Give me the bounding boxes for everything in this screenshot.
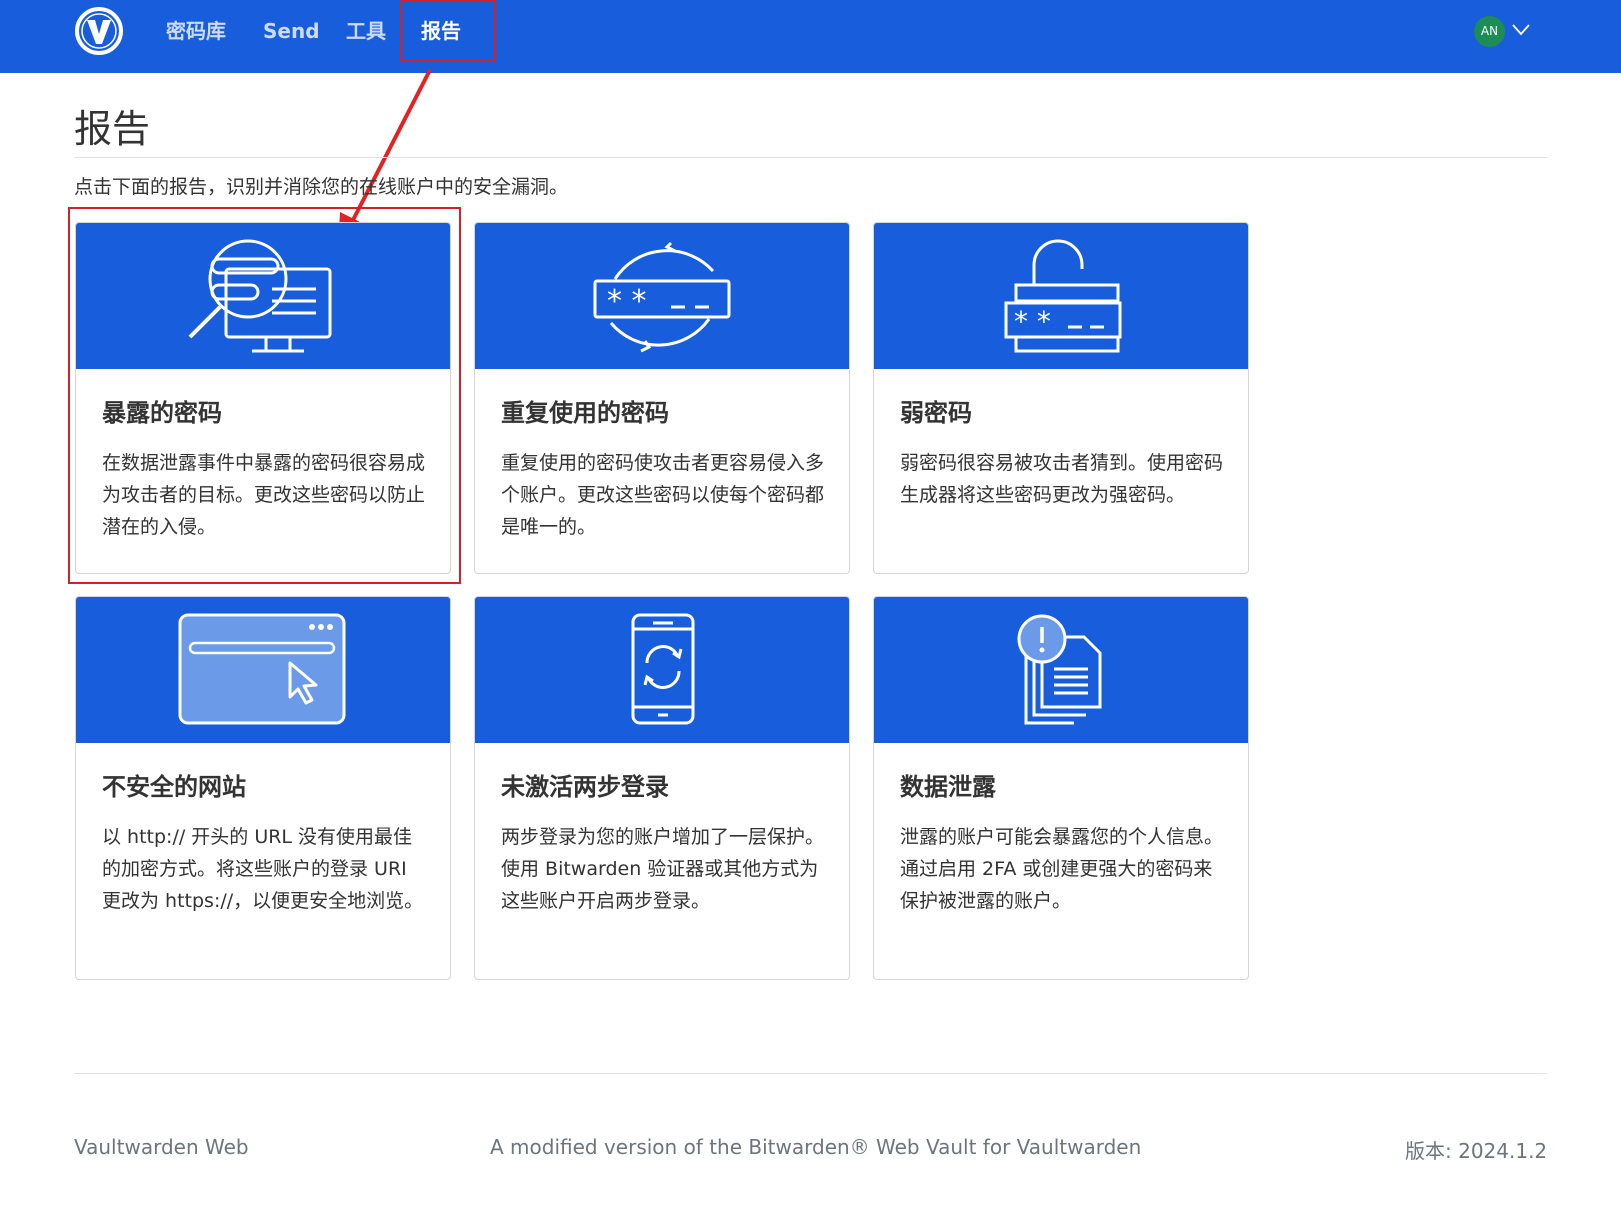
- page-subtitle: 点击下面的报告，识别并消除您的在线账户中的安全漏洞。: [74, 176, 569, 198]
- report-card-weak-passwords[interactable]: * * 弱密码 弱密码很容易被攻击者猜到。使用密码生成器将这些密码更改为强密码。: [873, 222, 1249, 574]
- card-banner: * *: [475, 223, 849, 369]
- two-step-login-phone-icon: [631, 613, 695, 725]
- nav-tools[interactable]: 工具: [346, 16, 386, 46]
- nav-vault[interactable]: 密码库: [166, 16, 226, 46]
- card-title: 弱密码: [900, 399, 972, 427]
- card-description: 以 http:// 开头的 URL 没有使用最佳的加密方式。将这些账户的登录 U…: [102, 826, 424, 912]
- card-description: 重复使用的密码使攻击者更容易侵入多个账户。更改这些密码以使每个密码都是唯一的。: [501, 452, 825, 538]
- insecure-website-browser-icon: [178, 613, 346, 725]
- footer-description: A modified version of the Bitwarden® Web…: [490, 1135, 1142, 1159]
- card-title: 不安全的网站: [102, 773, 246, 801]
- data-breach-documents-icon: [1017, 614, 1102, 725]
- vaultwarden-logo-icon[interactable]: [74, 6, 124, 56]
- weak-password-lock-icon: * *: [1004, 239, 1122, 353]
- report-card-reused-passwords[interactable]: * * 重复使用的密码 重复使用的密码使攻击者更容易侵入多个账户。更改这些密码以…: [474, 222, 850, 574]
- nav-send[interactable]: Send: [263, 16, 320, 46]
- card-title: 数据泄露: [900, 773, 996, 801]
- card-title: 未激活两步登录: [501, 773, 669, 801]
- card-banner: [874, 597, 1248, 743]
- svg-text:* *: * *: [607, 284, 647, 319]
- top-navbar: 密码库 Send 工具 报告 AN: [0, 0, 1621, 73]
- card-description: 泄露的账户可能会暴露您的个人信息。通过启用 2FA 或创建更强大的密码来保护被泄…: [900, 826, 1224, 912]
- card-banner: * *: [874, 223, 1248, 369]
- card-highlight-box: [68, 207, 461, 584]
- report-card-two-step-login[interactable]: 未激活两步登录 两步登录为您的账户增加了一层保护。使用 Bitwarden 验证…: [474, 596, 850, 980]
- card-description: 弱密码很容易被攻击者猜到。使用密码生成器将这些密码更改为强密码。: [900, 452, 1224, 506]
- card-description: 两步登录为您的账户增加了一层保护。使用 Bitwarden 验证器或其他方式为这…: [501, 826, 825, 912]
- page-title: 报告: [74, 107, 151, 151]
- card-banner: [475, 597, 849, 743]
- footer-app-name: Vaultwarden Web: [74, 1135, 249, 1159]
- account-avatar[interactable]: AN: [1474, 16, 1505, 47]
- footer-version: 版本: 2024.1.2: [1405, 1139, 1548, 1163]
- report-card-insecure-websites[interactable]: 不安全的网站 以 http:// 开头的 URL 没有使用最佳的加密方式。将这些…: [75, 596, 451, 980]
- chevron-down-icon[interactable]: [1512, 24, 1530, 36]
- footer-divider: [74, 1073, 1547, 1074]
- reused-password-icon: * *: [593, 241, 731, 353]
- svg-text:* *: * *: [1014, 305, 1051, 338]
- nav-highlight-box: [400, 0, 496, 62]
- card-banner: [76, 597, 450, 743]
- card-title: 重复使用的密码: [501, 399, 669, 427]
- report-card-data-breach[interactable]: 数据泄露 泄露的账户可能会暴露您的个人信息。通过启用 2FA 或创建更强大的密码…: [873, 596, 1249, 980]
- title-divider: [74, 157, 1547, 158]
